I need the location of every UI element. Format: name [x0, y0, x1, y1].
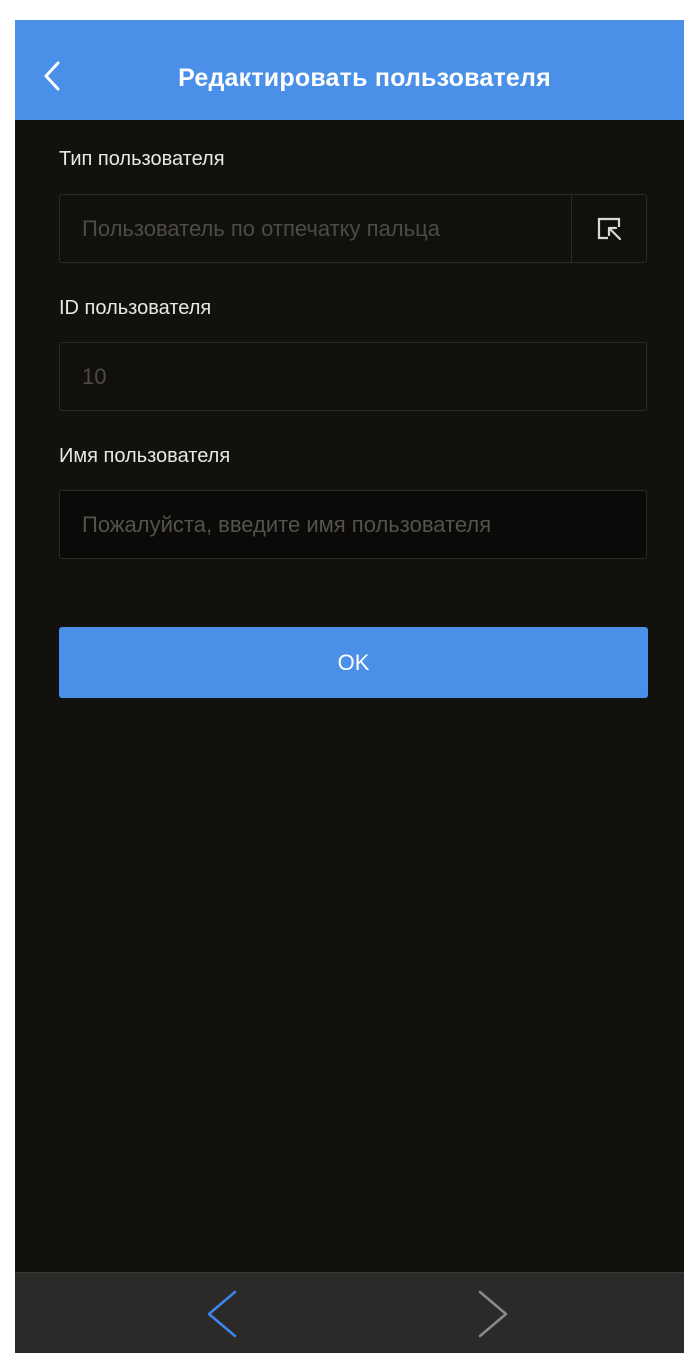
user-type-field[interactable]: Пользователь по отпечатку пальца	[59, 194, 647, 263]
user-type-select-button[interactable]	[571, 195, 646, 262]
page-title: Редактировать пользователя	[178, 64, 551, 92]
user-type-value: Пользователь по отпечатку пальца	[82, 216, 440, 241]
select-cursor-icon	[597, 217, 622, 240]
chevron-right-icon	[478, 1290, 508, 1338]
user-name-field[interactable]: Пожалуйста, введите имя пользователя	[59, 490, 647, 559]
nav-back-button[interactable]	[197, 1287, 247, 1341]
header-bar: Редактировать пользователя	[15, 20, 684, 120]
bottom-nav-bar	[15, 1272, 684, 1353]
ok-button[interactable]: OK	[59, 627, 648, 698]
user-id-value: 10	[82, 364, 107, 389]
user-id-label: ID пользователя	[59, 297, 212, 319]
user-name-placeholder[interactable]: Пожалуйста, введите имя пользователя	[82, 512, 642, 538]
app-screen: Редактировать пользователя Тип пользоват…	[15, 20, 684, 1353]
nav-forward-button[interactable]	[468, 1287, 518, 1341]
user-id-field: 10	[59, 342, 647, 411]
user-name-label: Имя пользователя	[59, 445, 231, 467]
chevron-left-icon	[207, 1290, 237, 1338]
user-type-label: Тип пользователя	[59, 148, 225, 170]
